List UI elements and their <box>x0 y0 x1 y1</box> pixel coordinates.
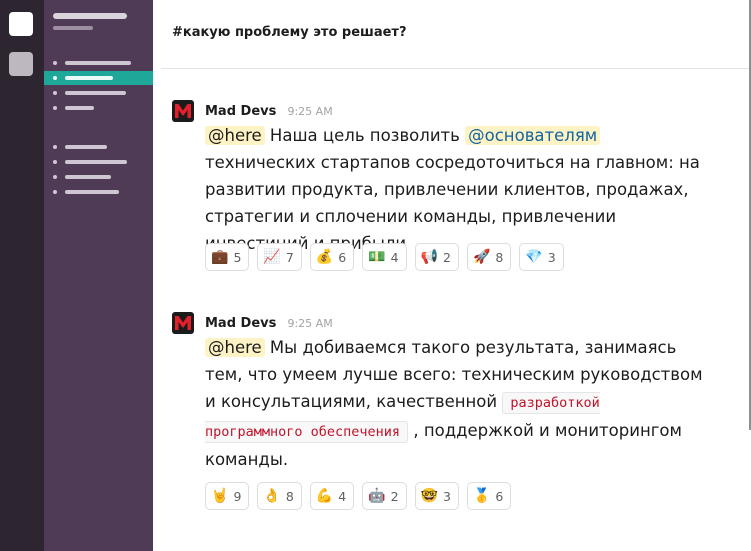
avatar[interactable] <box>172 312 194 334</box>
first-place-medal-icon: 🥇 <box>472 488 491 504</box>
reaction-count: 3 <box>443 488 451 504</box>
bullet-icon <box>53 175 57 179</box>
reaction-pill[interactable]: 💎 3 <box>519 243 564 271</box>
briefcase-icon: 💼 <box>211 249 229 265</box>
flexed-biceps-icon: 💪 <box>315 488 334 504</box>
channel-sidebar <box>44 0 153 551</box>
mad-devs-logo-icon <box>175 316 191 330</box>
sidebar-item[interactable] <box>44 86 153 100</box>
reaction-count: 9 <box>233 488 242 504</box>
bullet-icon <box>53 91 57 95</box>
reaction-pill[interactable]: 🤓 3 <box>414 482 459 510</box>
rocket-icon: 🚀 <box>472 249 491 265</box>
message-timestamp[interactable]: 9:25 AM <box>287 317 332 330</box>
sidebar-item[interactable] <box>44 170 153 184</box>
reaction-count: 3 <box>547 249 556 265</box>
ok-hand-icon: 👌 <box>263 488 281 504</box>
money-bag-icon: 💰 <box>315 249 334 265</box>
robot-icon: 🤖 <box>368 488 386 504</box>
message-text-part: технических стартапов сосредоточиться на… <box>205 153 700 253</box>
message-text-part: Наша цель позволить <box>264 126 466 145</box>
message-text-part: Мы добиваемся такого результата, занимая… <box>205 338 703 411</box>
mad-devs-logo-icon <box>175 104 191 118</box>
reaction-count: 8 <box>495 249 504 265</box>
message-author[interactable]: Mad Devs <box>205 104 276 119</box>
workspace-name-placeholder[interactable] <box>53 13 127 19</box>
user-status-placeholder <box>53 26 93 30</box>
loudspeaker-icon: 📢 <box>420 249 438 265</box>
here-mention[interactable]: @here <box>205 126 265 145</box>
sidebar-item[interactable] <box>44 101 153 115</box>
bullet-icon <box>53 76 57 80</box>
reaction-pill[interactable]: 📈 7 <box>257 243 302 271</box>
sidebar-item-label-placeholder <box>65 190 119 194</box>
sidebar-item[interactable] <box>44 140 153 154</box>
nerd-face-icon: 🤓 <box>420 488 438 504</box>
sidebar-item-label-placeholder <box>65 175 111 179</box>
sidebar-item[interactable] <box>44 185 153 199</box>
message-author[interactable]: Mad Devs <box>205 316 276 331</box>
sign-of-horns-icon: 🤘 <box>211 488 229 504</box>
message-meta: Mad Devs 9:25 AM <box>205 312 333 331</box>
message-text: @here Наша цель позволить @основателям т… <box>205 122 705 257</box>
message-timestamp[interactable]: 9:25 AM <box>287 105 332 118</box>
reaction-pill[interactable]: 💼 5 <box>205 243 250 271</box>
reaction-pill[interactable]: 💵 4 <box>362 243 407 271</box>
reaction-pill[interactable]: 🤘 9 <box>205 482 250 510</box>
reaction-pill[interactable]: 🚀 8 <box>466 243 512 271</box>
reaction-count: 4 <box>338 488 347 504</box>
dollar-banknote-icon: 💵 <box>368 249 386 265</box>
bullet-icon <box>53 160 57 164</box>
avatar[interactable] <box>172 100 194 122</box>
bullet-icon <box>53 145 57 149</box>
here-mention[interactable]: @here <box>205 338 265 357</box>
workspace-icon-active[interactable] <box>9 12 33 36</box>
sidebar-item-label-placeholder <box>65 76 113 80</box>
reaction-pill[interactable]: 💪 4 <box>309 482 355 510</box>
reaction-count: 4 <box>390 249 399 265</box>
workspace-rail <box>0 0 44 551</box>
sidebar-item-active[interactable] <box>44 71 153 85</box>
reaction-count: 6 <box>338 249 347 265</box>
reaction-count: 5 <box>233 249 242 265</box>
reaction-pill[interactable]: 👌 8 <box>257 482 302 510</box>
reaction-pill[interactable]: 🥇 6 <box>466 482 512 510</box>
sidebar-item-label-placeholder <box>65 145 107 149</box>
reaction-pill[interactable]: 📢 2 <box>414 243 459 271</box>
channel-header: #какую проблему это решает? <box>161 0 749 69</box>
reaction-count: 2 <box>390 488 399 504</box>
message-pane: #какую проблему это решает? Mad Devs 9:2… <box>153 0 751 551</box>
reaction-bar: 💼 5 📈 7 💰 6 💵 4 📢 2 🚀 8 💎 3 <box>205 243 564 271</box>
channel-title[interactable]: #какую проблему это решает? <box>172 25 407 40</box>
reaction-count: 2 <box>443 249 451 265</box>
reaction-count: 6 <box>495 488 504 504</box>
bullet-icon <box>53 106 57 110</box>
bullet-icon <box>53 61 57 65</box>
chart-increasing-icon: 📈 <box>263 249 281 265</box>
sidebar-item[interactable] <box>44 155 153 169</box>
bullet-icon <box>53 190 57 194</box>
gem-stone-icon: 💎 <box>525 249 543 265</box>
sidebar-item-label-placeholder <box>65 61 131 65</box>
reaction-bar: 🤘 9 👌 8 💪 4 🤖 2 🤓 3 🥇 6 <box>205 482 512 510</box>
sidebar-item-label-placeholder <box>65 91 126 95</box>
message-meta: Mad Devs 9:25 AM <box>205 100 333 119</box>
sidebar-item-label-placeholder <box>65 106 94 110</box>
group-mention[interactable]: @основателям <box>465 126 601 145</box>
sidebar-item-label-placeholder <box>65 160 127 164</box>
message-text: @here Мы добиваемся такого результата, з… <box>205 334 705 473</box>
reaction-count: 7 <box>285 249 294 265</box>
workspace-icon-secondary[interactable] <box>9 52 33 76</box>
reaction-pill[interactable]: 💰 6 <box>309 243 355 271</box>
sidebar-item[interactable] <box>44 56 153 70</box>
reaction-pill[interactable]: 🤖 2 <box>362 482 407 510</box>
reaction-count: 8 <box>285 488 294 504</box>
